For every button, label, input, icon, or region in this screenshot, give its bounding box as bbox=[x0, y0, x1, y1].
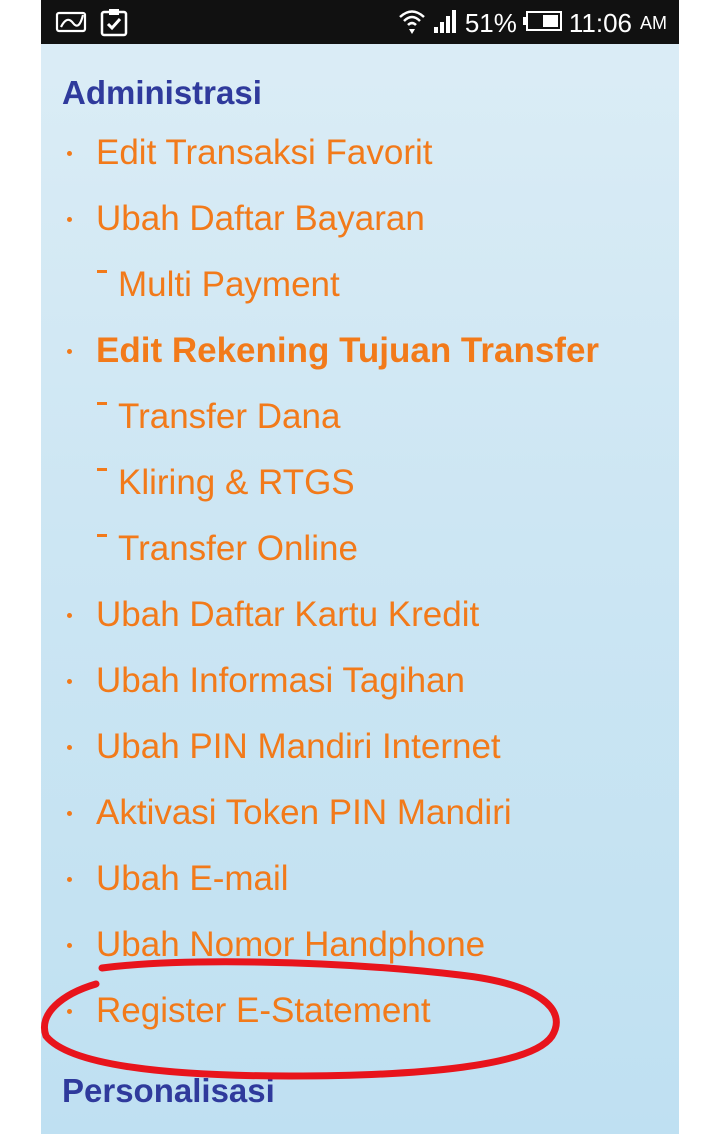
dash-icon bbox=[97, 402, 107, 405]
menu-item-label: Ubah PIN Mandiri Internet bbox=[96, 727, 501, 766]
section-heading-personalisasi: Personalisasi bbox=[62, 1072, 275, 1109]
clock-ampm: AM bbox=[640, 13, 667, 33]
bullet-icon bbox=[67, 151, 72, 156]
bullet-icon bbox=[67, 217, 72, 222]
bullet-icon bbox=[67, 613, 72, 618]
menu-item-label: Aktivasi Token PIN Mandiri bbox=[96, 793, 512, 832]
wifi-icon bbox=[397, 6, 427, 41]
menu-item-label: Ubah Nomor Handphone bbox=[96, 925, 486, 964]
app-screen: 51% 11:06 AM Administrasi Edit Transaksi… bbox=[41, 0, 679, 1134]
menu-item-label: Transfer Dana bbox=[118, 397, 341, 436]
menu-item-label: Ubah Daftar Kartu Kredit bbox=[96, 595, 480, 634]
menu-item-label: Kliring & RTGS bbox=[118, 463, 355, 502]
clock-time: 11:06 bbox=[568, 8, 632, 38]
menu-item-label: Ubah Daftar Bayaran bbox=[96, 199, 425, 238]
signal-icon bbox=[433, 8, 459, 39]
menu-item-label: Ubah Informasi Tagihan bbox=[96, 661, 466, 700]
battery-icon bbox=[522, 9, 563, 38]
menu-item-label: Register E-Statement bbox=[96, 991, 431, 1030]
bullet-icon bbox=[67, 1009, 72, 1014]
clipboard-check-icon bbox=[99, 7, 129, 42]
bullet-icon bbox=[67, 745, 72, 750]
menu-item-label: Transfer Online bbox=[118, 529, 358, 568]
menu-item-label: Edit Rekening Tujuan Transfer bbox=[96, 331, 600, 370]
status-bar: 51% 11:06 AM bbox=[41, 0, 679, 44]
menu-item-label: Ubah E-mail bbox=[96, 859, 289, 898]
dash-icon bbox=[97, 468, 107, 471]
bullet-icon bbox=[67, 679, 72, 684]
battery-percent: 51% bbox=[464, 8, 517, 38]
bullet-icon bbox=[67, 943, 72, 948]
bullet-icon bbox=[67, 811, 72, 816]
dash-icon bbox=[97, 534, 107, 537]
bullet-icon bbox=[67, 877, 72, 882]
dash-icon bbox=[97, 270, 107, 273]
menu-item-label: Edit Transaksi Favorit bbox=[96, 133, 433, 172]
signature-icon bbox=[55, 7, 89, 42]
section-heading-administrasi: Administrasi bbox=[62, 74, 262, 111]
bullet-icon bbox=[67, 349, 72, 354]
menu-item-label: Multi Payment bbox=[118, 265, 340, 304]
